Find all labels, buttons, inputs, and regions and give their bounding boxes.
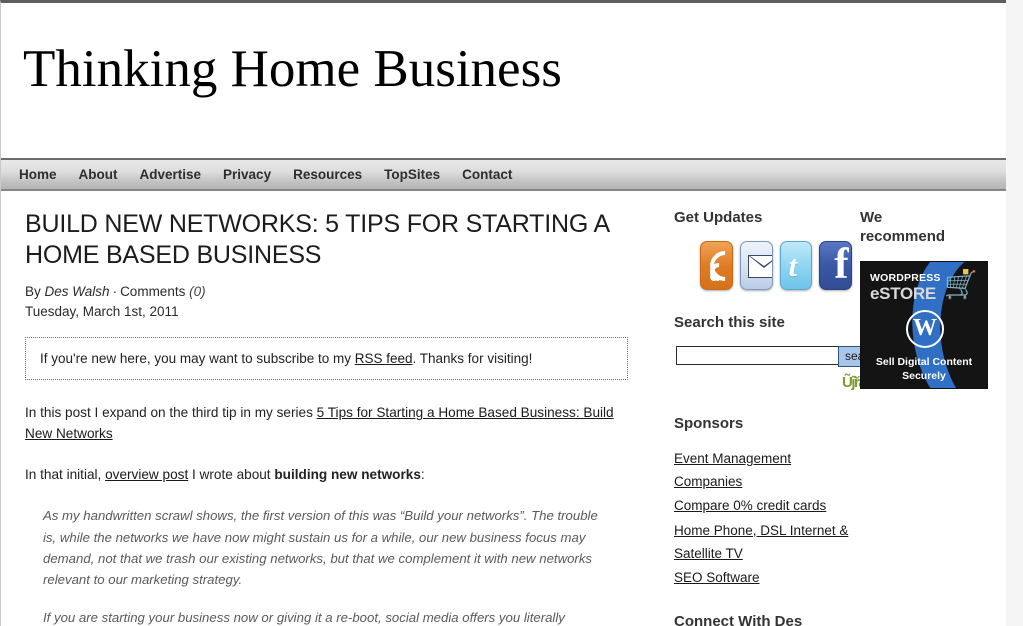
main-navigation: Home About Advertise Privacy Resources T…: [1, 158, 1006, 191]
page-container: Thinking Home Business Home About Advert…: [0, 0, 1006, 626]
banner-tagline-line2: Securely: [902, 369, 946, 382]
page-outer-background: [1006, 0, 1023, 626]
search-input[interactable]: [676, 346, 839, 365]
sponsors-title: Sponsors: [674, 415, 744, 432]
banner-tagline-line1: Sell Digital Content: [875, 355, 973, 368]
sponsor-link-seo-software[interactable]: SEO Software: [674, 570, 760, 585]
banner-brand-top: WORDPRESS: [870, 271, 941, 284]
second-text-bold: building new networks: [274, 467, 421, 483]
connect-widget: Connect With Des: [674, 613, 852, 626]
second-text-after: :: [420, 467, 425, 483]
page-body: BUILD NEW NETWORKS: 5 TIPS FOR STARTING …: [1, 191, 1006, 626]
search-form: search: [674, 346, 889, 367]
rss-notice-text-before: If you're new here, you may want to subs…: [40, 351, 351, 367]
intro-text-before: In this post I expand on the third tip i…: [25, 405, 313, 421]
get-updates-widget: Get Updates t f: [674, 209, 852, 290]
rss-feed-link[interactable]: RSS feed: [355, 351, 413, 366]
overview-post-link[interactable]: overview post: [105, 467, 188, 482]
facebook-icon-glyph: f: [834, 241, 849, 288]
list-item: Home Phone, DSL Internet & Satellite TV: [674, 519, 852, 565]
search-widget: Search this site search Ũĵřа: [674, 314, 889, 391]
site-header: Thinking Home Business: [1, 3, 1006, 158]
sponsors-widget: Sponsors Event Management Companies Comp…: [674, 415, 852, 589]
article-column: BUILD NEW NETWORKS: 5 TIPS FOR STARTING …: [1, 191, 650, 626]
sidebar-secondary-column: We recommend WORDPRESS eSTORE 🛒 ■ W Sell …: [852, 209, 1006, 626]
we-recommend-title: We recommend: [860, 209, 946, 245]
post-author[interactable]: Des Walsh: [45, 284, 110, 299]
rss-notice-text-after: . Thanks for visiting!: [412, 351, 533, 367]
comments-label[interactable]: Comments: [120, 284, 185, 299]
nav-item-privacy[interactable]: Privacy: [223, 167, 271, 182]
connect-title: Connect With Des: [674, 613, 803, 626]
sponsor-link-list: Event Management Companies Compare 0% cr…: [674, 447, 852, 589]
second-paragraph: In that initial, overview post I wrote a…: [25, 464, 628, 485]
sponsor-link-home-phone[interactable]: Home Phone, DSL Internet & Satellite TV: [674, 523, 848, 561]
email-icon[interactable]: [739, 241, 773, 290]
wordpress-logo-icon: W: [906, 309, 944, 348]
social-icon-row: t f: [674, 241, 852, 290]
sponsor-link-credit-cards[interactable]: Compare 0% credit cards: [674, 498, 826, 513]
nav-item-advertise[interactable]: Advertise: [140, 167, 202, 182]
list-item: SEO Software: [674, 566, 852, 589]
post-byline: By Des Walsh · Comments (0) Tuesday, March…: [25, 282, 628, 321]
second-text-before: In that initial,: [25, 467, 102, 483]
rss-subscribe-notice: If you're new here, you may want to subs…: [25, 337, 628, 381]
shopping-cart-icon: 🛒 ■: [944, 265, 978, 300]
second-text-mid: I wrote about: [192, 467, 271, 483]
quote-paragraph-1: As my handwritten scrawl shows, the firs…: [43, 508, 598, 588]
sponsor-link-event-management[interactable]: Event Management Companies: [674, 451, 791, 489]
nav-item-topsites[interactable]: TopSites: [384, 167, 440, 182]
nav-item-about[interactable]: About: [79, 167, 118, 182]
byline-by-label: By: [25, 284, 41, 299]
list-item: Event Management Companies: [674, 447, 852, 493]
search-widget-badge-icon: Ũĵřа: [842, 374, 867, 391]
email-icon-envelope: [747, 255, 772, 278]
quote-paragraph-2: If you are starting your business now or…: [43, 609, 565, 625]
site-title: Thinking Home Business: [23, 39, 562, 98]
byline-separator: ·: [112, 284, 118, 299]
search-title: Search this site: [674, 314, 785, 331]
facebook-icon[interactable]: f: [819, 241, 852, 290]
post-date: Tuesday, March 1st, 2011: [25, 303, 179, 319]
banner-brand-main: eSTORE: [870, 283, 936, 303]
article-blockquote: As my handwritten scrawl shows, the firs…: [25, 505, 628, 626]
comments-count: (0): [189, 284, 206, 299]
nav-item-home[interactable]: Home: [19, 167, 57, 182]
rss-icon[interactable]: [700, 241, 733, 290]
nav-item-contact[interactable]: Contact: [462, 167, 512, 182]
sidebar-primary-column: Get Updates t f Search this site Ũĵřа Sp…: [662, 209, 889, 626]
twitter-icon-glyph: t: [788, 248, 798, 283]
post-title: BUILD NEW NETWORKS: 5 TIPS FOR STARTING …: [25, 210, 609, 269]
intro-paragraph: In this post I expand on the third tip i…: [25, 402, 628, 444]
cart-lid-icon: ■: [962, 265, 969, 278]
sidebar: Get Updates t f Search this site Ũĵřа Sp…: [650, 191, 1006, 626]
nav-item-resources[interactable]: Resources: [293, 167, 362, 182]
list-item: Compare 0% credit cards: [674, 494, 852, 517]
wordpress-estore-banner[interactable]: WORDPRESS eSTORE 🛒 ■ W Sell Digital Conte…: [860, 260, 988, 389]
get-updates-title: Get Updates: [674, 209, 763, 226]
twitter-icon[interactable]: t: [779, 241, 813, 290]
